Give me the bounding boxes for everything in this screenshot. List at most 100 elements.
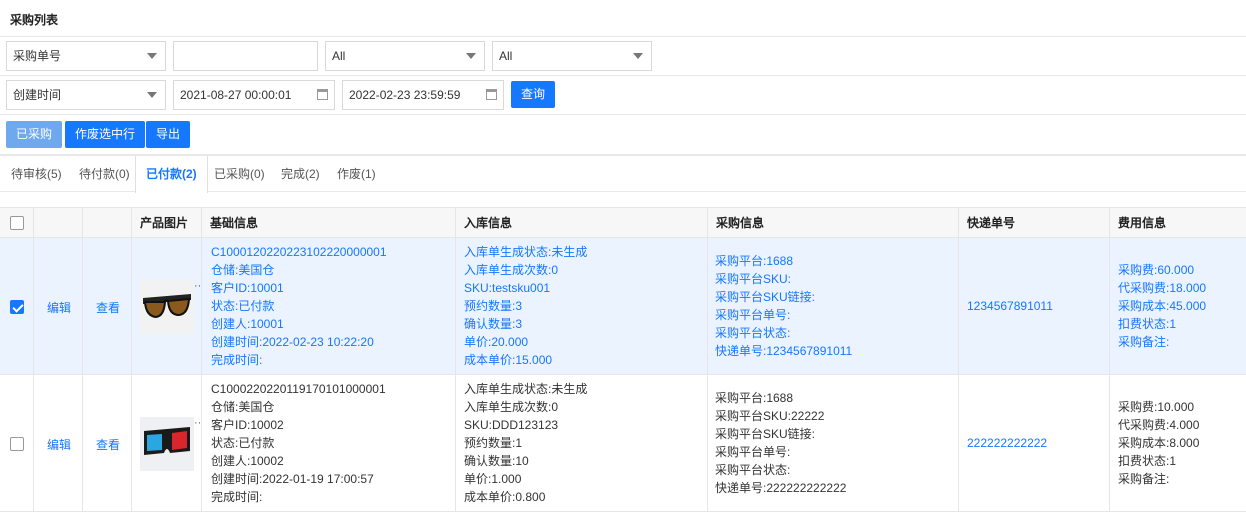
search-button[interactable]: 查询 — [511, 81, 556, 108]
tab-purchased[interactable]: 已采购(0) — [214, 156, 265, 192]
table-header: 产品图片 基础信息 入库信息 采购信息 快递单号 费用信息 — [0, 207, 1246, 238]
header-view — [82, 208, 131, 238]
cost-price: 成本单价:0.800 — [464, 490, 546, 504]
time-field-value: 创建时间 — [13, 88, 62, 102]
header-image: 产品图片 — [131, 208, 201, 238]
customer-id: 客户ID:10001 — [211, 281, 284, 295]
status-b-value: All — [499, 49, 513, 63]
platform-sku: 采购平台SKU:22222 — [715, 409, 825, 423]
platform-order: 采购平台单号: — [715, 445, 791, 459]
table-row[interactable]: 编辑 查看 ·· C1000120220223102220000001 仓储:美… — [0, 238, 1246, 375]
fee-info: 采购费:10.000 代采购费:4.000 采购成本:8.000 扣费状态:1 … — [1118, 398, 1199, 488]
completed-time: 完成时间: — [211, 490, 263, 504]
view-link[interactable]: 查看 — [96, 436, 120, 453]
creator: 创建人:10001 — [211, 317, 284, 331]
sunglasses-icon — [140, 280, 194, 334]
tracking-number[interactable]: 1234567891011 — [967, 299, 1053, 313]
export-button[interactable]: 导出 — [146, 121, 191, 148]
deduct-status: 扣费状态:1 — [1118, 317, 1177, 331]
more-icon: ·· — [194, 280, 202, 292]
tab-voided[interactable]: 作废(1) — [337, 156, 376, 192]
confirmed-qty: 确认数量:3 — [464, 317, 523, 331]
reserved-qty: 预约数量:3 — [464, 299, 523, 313]
date-end-input[interactable]: 2022-02-23 23:59:59 — [342, 80, 504, 110]
purchase-info: 采购平台:1688 采购平台SKU:22222 采购平台SKU链接: 采购平台单… — [715, 389, 846, 497]
3d-glasses-icon — [140, 417, 194, 471]
edit-link[interactable]: 编辑 — [47, 436, 71, 453]
header-purchase: 采购信息 — [707, 208, 958, 238]
chevron-down-icon — [633, 53, 643, 59]
chevron-down-icon — [147, 92, 157, 98]
customer-id: 客户ID:10002 — [211, 418, 284, 432]
select-all-checkbox[interactable] — [10, 216, 24, 230]
date-start-value: 2021-08-27 00:00:01 — [180, 88, 292, 102]
tab-completed[interactable]: 完成(2) — [281, 156, 320, 192]
inbound-info: 入库单生成状态:未生成 入库单生成次数:0 SKU:testsku001 预约数… — [464, 243, 587, 369]
calendar-icon[interactable] — [317, 89, 328, 100]
status-a-select[interactable]: All — [325, 41, 485, 71]
row-checkbox[interactable] — [10, 437, 24, 451]
date-end-value: 2022-02-23 23:59:59 — [349, 88, 461, 102]
header-basic: 基础信息 — [201, 208, 455, 238]
order-field-value: 采购单号 — [13, 49, 62, 63]
purchase-fee: 采购费:60.000 — [1118, 263, 1195, 277]
date-start-input[interactable]: 2021-08-27 00:00:01 — [173, 80, 335, 110]
order-number[interactable]: C1000220220119170101000001 — [211, 380, 386, 398]
time-field-select[interactable]: 创建时间 — [6, 80, 166, 110]
warehouse: 仓储:美国仓 — [211, 263, 275, 277]
sku: SKU:testsku001 — [464, 281, 551, 295]
inbound-count: 入库单生成次数:0 — [464, 400, 559, 414]
purchase-fee: 采购费:10.000 — [1118, 400, 1195, 414]
inbound-info: 入库单生成状态:未生成 入库单生成次数:0 SKU:DDD123123 预约数量… — [464, 380, 587, 506]
more-icon: ·· — [194, 417, 202, 429]
table-row[interactable]: 编辑 查看 ·· C1000220220119170101000001 仓储:美… — [0, 375, 1246, 512]
reserved-qty: 预约数量:1 — [464, 436, 523, 450]
status-tabs: 待审核(5) 待付款(0) 已付款(2) 已采购(0) 完成(2) 作废(1) — [0, 155, 1246, 193]
filter-row-1: 采购单号 All All — [0, 37, 1246, 76]
platform-sku-link: 采购平台SKU链接: — [715, 290, 816, 304]
order-field-select[interactable]: 采购单号 — [6, 41, 166, 71]
select-all-cell — [0, 208, 33, 238]
calendar-icon[interactable] — [486, 89, 497, 100]
chevron-down-icon — [147, 53, 157, 59]
unit-price: 单价:1.000 — [464, 472, 522, 486]
purchase-table: 产品图片 基础信息 入库信息 采购信息 快递单号 费用信息 编辑 查看 ·· C… — [0, 207, 1246, 512]
express-number: 快递单号:222222222222 — [715, 481, 847, 495]
platform-sku: 采购平台SKU: — [715, 272, 792, 286]
tab-paid[interactable]: 已付款(2) — [135, 156, 208, 193]
purchased-button[interactable]: 已采购 — [6, 121, 63, 148]
inbound-status: 入库单生成状态:未生成 — [464, 382, 588, 396]
chevron-down-icon — [466, 53, 476, 59]
view-link[interactable]: 查看 — [96, 299, 120, 316]
cost-price: 成本单价:15.000 — [464, 353, 553, 367]
sku: SKU:DDD123123 — [464, 418, 559, 432]
tab-pending-review[interactable]: 待审核(5) — [11, 156, 62, 192]
filter-row-2: 创建时间 2021-08-27 00:00:01 2022-02-23 23:5… — [0, 76, 1246, 115]
basic-info: C1000220220119170101000001 仓储:美国仓 客户ID:1… — [211, 380, 386, 506]
tab-pending-payment[interactable]: 待付款(0) — [79, 156, 130, 192]
edit-link[interactable]: 编辑 — [47, 299, 71, 316]
deduct-status: 扣费状态:1 — [1118, 454, 1177, 468]
tracking-number[interactable]: 222222222222 — [967, 436, 1047, 450]
platform-sku-link: 采购平台SKU链接: — [715, 427, 816, 441]
unit-price: 单价:20.000 — [464, 335, 529, 349]
status-a-value: All — [332, 49, 346, 63]
void-selected-button[interactable]: 作废选中行 — [65, 121, 146, 148]
fee-info: 采购费:60.000 代采购费:18.000 采购成本:45.000 扣费状态:… — [1118, 261, 1206, 351]
purchase-platform: 采购平台:1688 — [715, 391, 794, 405]
status-b-select[interactable]: All — [492, 41, 652, 71]
completed-time: 完成时间: — [211, 353, 263, 367]
platform-order: 采购平台单号: — [715, 308, 791, 322]
confirmed-qty: 确认数量:10 — [464, 454, 529, 468]
agent-fee: 代采购费:4.000 — [1118, 418, 1200, 432]
order-number-input[interactable] — [173, 41, 318, 71]
inbound-count: 入库单生成次数:0 — [464, 263, 559, 277]
created-time: 创建时间:2022-02-23 10:22:20 — [211, 335, 374, 349]
row-checkbox[interactable] — [10, 300, 24, 314]
order-number[interactable]: C1000120220223102220000001 — [211, 243, 387, 261]
created-time: 创建时间:2022-01-19 17:00:57 — [211, 472, 374, 486]
purchase-info: 采购平台:1688 采购平台SKU: 采购平台SKU链接: 采购平台单号: 采购… — [715, 252, 852, 360]
header-fee: 费用信息 — [1109, 208, 1246, 238]
purchase-note: 采购备注: — [1118, 335, 1170, 349]
header-tracking: 快递单号 — [958, 208, 1109, 238]
